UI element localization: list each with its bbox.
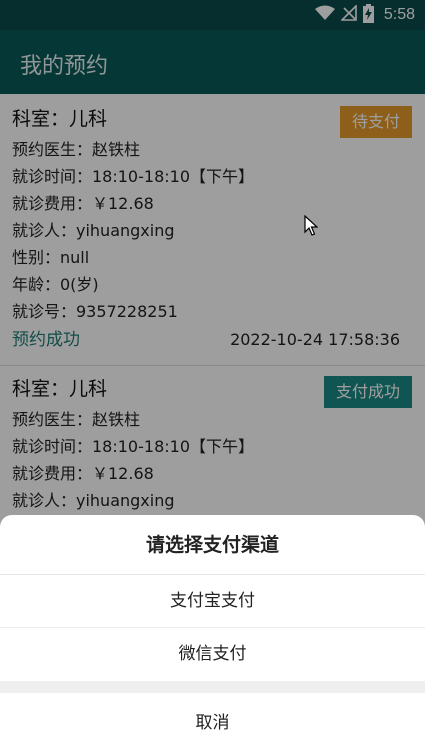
cancel-button[interactable]: 取消	[0, 693, 425, 754]
payment-channel-sheet: 请选择支付渠道 支付宝支付 微信支付 取消	[0, 515, 425, 754]
alipay-option[interactable]: 支付宝支付	[0, 575, 425, 628]
sheet-title: 请选择支付渠道	[0, 515, 425, 575]
wechat-pay-option[interactable]: 微信支付	[0, 628, 425, 681]
sheet-divider	[0, 681, 425, 693]
mouse-cursor-icon	[304, 214, 319, 237]
